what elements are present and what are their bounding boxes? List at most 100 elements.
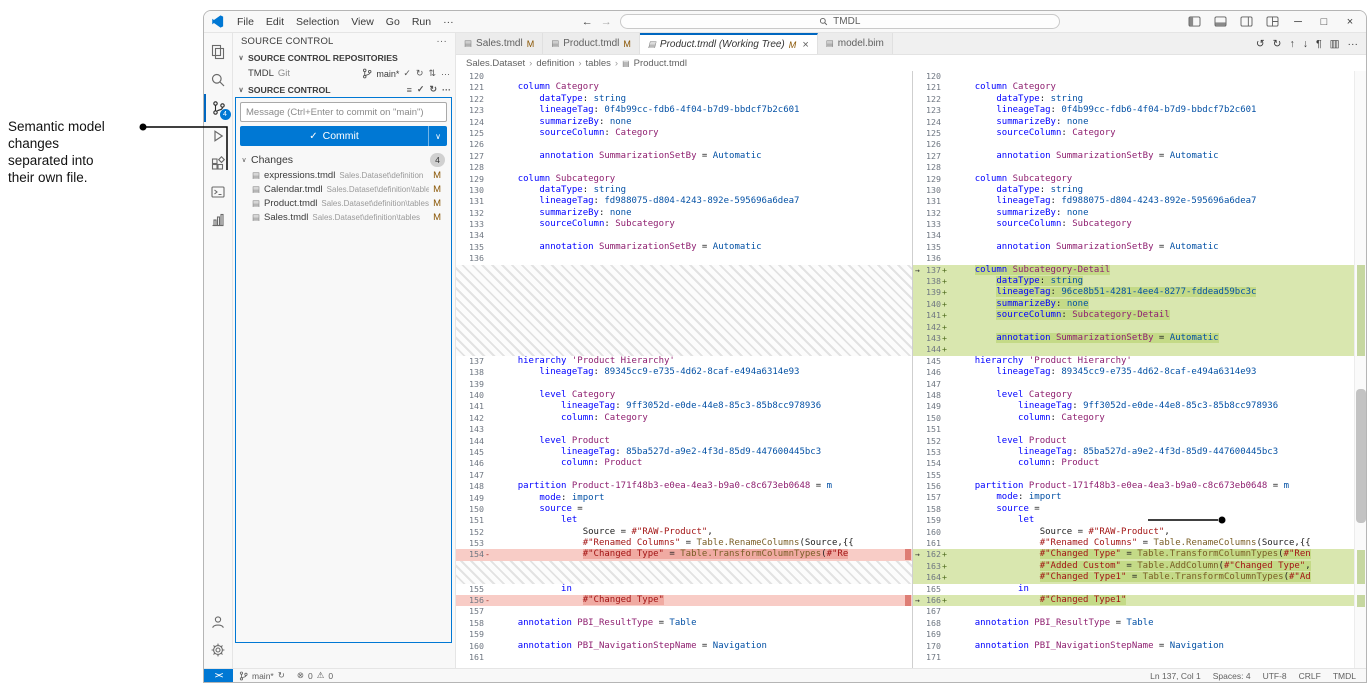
code-line[interactable]: 136 — [913, 253, 1366, 264]
branch-label[interactable]: main* — [376, 69, 399, 79]
menu-view[interactable]: View — [345, 14, 380, 30]
activity-extensions[interactable] — [204, 150, 233, 178]
code-line[interactable]: 128 — [913, 162, 1366, 173]
code-line[interactable]: 134 — [913, 230, 1366, 241]
sync-icon[interactable]: ↻ — [278, 670, 285, 681]
code-line[interactable]: 158 annotation PBI_ResultType = Table — [456, 618, 912, 629]
commit-dropdown-icon[interactable]: ∨ — [429, 126, 447, 146]
code-line[interactable]: 123 lineageTag: 0f4b99cc-fdb6-4f04-b7d9-… — [913, 105, 1366, 116]
menu-[interactable]: ··· — [437, 14, 460, 30]
view-as-list-icon[interactable]: ≡ — [407, 85, 412, 95]
close-tab-icon[interactable]: × — [802, 39, 808, 51]
back-icon[interactable]: ← — [582, 16, 593, 28]
code-line[interactable]: 146 lineageTag: 89345cc9-e735-4d62-8caf-… — [913, 367, 1366, 378]
menu-go[interactable]: Go — [380, 14, 406, 30]
code-line[interactable]: 121 column Category — [913, 82, 1366, 93]
commit-message-input[interactable] — [240, 102, 447, 122]
tab-product-tmdl[interactable]: ▤Product.tmdlM — [543, 33, 640, 54]
code-line[interactable]: 150 source = — [456, 504, 912, 515]
breadcrumb-item[interactable]: tables — [586, 58, 611, 69]
code-line[interactable]: 121 column Category — [456, 82, 912, 93]
tab-model-bim[interactable]: ▤model.bim — [818, 33, 893, 54]
code-line[interactable]: 124 summarizeBy: none — [913, 117, 1366, 128]
code-line[interactable]: 139+ lineageTag: 96ce8b51-4281-4ee4-8277… — [913, 287, 1366, 298]
code-line[interactable]: 138+ dataType: string — [913, 276, 1366, 287]
status-item-tmdl[interactable]: TMDL — [1333, 671, 1356, 681]
code-line[interactable]: 169 — [913, 629, 1366, 640]
menu-run[interactable]: Run — [406, 14, 437, 30]
code-line[interactable]: 160 annotation PBI_NavigationStepName = … — [456, 641, 912, 652]
activity-run-debug[interactable] — [204, 122, 233, 150]
code-line[interactable]: 125 sourceColumn: Category — [913, 128, 1366, 139]
code-line[interactable]: 151 let — [456, 515, 912, 526]
code-line[interactable]: 149 lineageTag: 9ff3052d-e0de-44e8-85c3-… — [913, 401, 1366, 412]
more-actions-icon[interactable]: ··· — [1348, 38, 1359, 50]
code-line[interactable]: 143+ annotation SummarizationSetBy = Aut… — [913, 333, 1366, 344]
commit-icon[interactable]: ✓ — [417, 84, 425, 95]
code-line[interactable]: 149 mode: import — [456, 493, 912, 504]
code-line[interactable]: 150 column: Category — [913, 413, 1366, 424]
menu-file[interactable]: File — [231, 14, 260, 30]
code-line[interactable]: 146 column: Product — [456, 458, 912, 469]
scrollbar[interactable] — [1354, 71, 1366, 668]
diff-editor[interactable]: 120121 column Category122 dataType: stri… — [456, 71, 1366, 668]
scrollbar-thumb[interactable] — [1356, 389, 1366, 523]
code-line[interactable]: 139 — [456, 379, 912, 390]
code-line[interactable]: 135 annotation SummarizationSetBy = Auto… — [913, 242, 1366, 253]
diff-left-pane[interactable]: 120121 column Category122 dataType: stri… — [456, 71, 912, 668]
code-line[interactable]: 161 — [456, 652, 912, 663]
breadcrumb-item[interactable]: Sales.Dataset — [466, 58, 525, 69]
code-line[interactable]: 137 hierarchy 'Product Hierarchy' — [456, 356, 912, 367]
code-line[interactable]: 142 column: Category — [456, 413, 912, 424]
branch-status-item[interactable]: main* ↻ — [233, 670, 291, 681]
code-line[interactable]: 154 column: Product — [913, 458, 1366, 469]
breadcrumb-item[interactable]: definition — [536, 58, 574, 69]
refresh-icon[interactable]: ↻ — [416, 68, 424, 79]
code-line[interactable]: 144+ — [913, 344, 1366, 355]
code-line[interactable]: 171 — [913, 652, 1366, 663]
code-line[interactable]: 136 — [456, 253, 912, 264]
toggle-panel-icon[interactable] — [1208, 13, 1232, 31]
status-item-spaces-4[interactable]: Spaces: 4 — [1213, 671, 1251, 681]
more-actions-icon[interactable]: ··· — [436, 36, 447, 47]
more-icon[interactable]: ··· — [442, 85, 451, 95]
code-line[interactable]: 127 annotation SummarizationSetBy = Auto… — [913, 151, 1366, 162]
tab-product-tmdl-working-tree[interactable]: ▤Product.tmdl (Working Tree)M× — [640, 33, 818, 54]
code-line[interactable]: 128 — [456, 162, 912, 173]
account-icon[interactable] — [204, 608, 233, 636]
code-line[interactable]: 152 Source = #"RAW-Product", — [456, 527, 912, 538]
code-line[interactable]: 142+ — [913, 322, 1366, 333]
toggle-secondary-sidebar-icon[interactable] — [1234, 13, 1258, 31]
code-line[interactable]: 156- #"Changed Type" — [456, 595, 912, 606]
code-line[interactable]: 129 column Subcategory — [913, 174, 1366, 185]
code-line[interactable]: 145 lineageTag: 85ba527d-a9e2-4f3d-85d9-… — [456, 447, 912, 458]
code-line[interactable]: 134 — [456, 230, 912, 241]
menu-selection[interactable]: Selection — [290, 14, 345, 30]
code-line[interactable]: 165 in — [913, 584, 1366, 595]
code-line[interactable]: 147 — [913, 379, 1366, 390]
refresh-icon[interactable]: ↻ — [1273, 38, 1282, 50]
code-line[interactable]: 156 partition Product-171f48b3-e0ea-4ea3… — [913, 481, 1366, 492]
code-line[interactable]: 148 partition Product-171f48b3-e0ea-4ea3… — [456, 481, 912, 492]
activity-source-control[interactable]: 4 — [204, 94, 233, 122]
repositories-section-header[interactable]: ∨ SOURCE CONTROL REPOSITORIES — [233, 50, 455, 65]
code-line[interactable]: 141 lineageTag: 9ff3052d-e0de-44e8-85c3-… — [456, 401, 912, 412]
code-line[interactable]: 145 hierarchy 'Product Hierarchy' — [913, 356, 1366, 367]
activity-search[interactable] — [204, 66, 233, 94]
code-line[interactable]: 131 lineageTag: fd988075-d804-4243-892e-… — [913, 196, 1366, 207]
discard-changes-icon[interactable]: ↺ — [1256, 38, 1265, 50]
previous-change-icon[interactable]: ↑ — [1289, 38, 1294, 50]
code-line[interactable]: 132 summarizeBy: none — [456, 208, 912, 219]
code-line[interactable]: 147 — [456, 470, 912, 481]
code-line[interactable]: 132 summarizeBy: none — [913, 208, 1366, 219]
title-bar[interactable]: FileEditSelectionViewGoRun··· ← → TMDL ─… — [204, 11, 1366, 33]
code-line[interactable]: 153 lineageTag: 85ba527d-a9e2-4f3d-85d9-… — [913, 447, 1366, 458]
code-line[interactable]: 153 #"Renamed Columns" = Table.RenameCol… — [456, 538, 912, 549]
code-line[interactable]: 157 — [456, 606, 912, 617]
toggle-sidebar-icon[interactable] — [1182, 13, 1206, 31]
refresh-icon[interactable]: ↻ — [429, 84, 437, 95]
code-line[interactable]: 130 dataType: string — [913, 185, 1366, 196]
problems-status-item[interactable]: ⊗ 0 ⚠ 0 — [291, 670, 339, 681]
code-line[interactable]: 133 sourceColumn: Subcategory — [913, 219, 1366, 230]
whitespace-icon[interactable]: ¶ — [1316, 38, 1322, 50]
